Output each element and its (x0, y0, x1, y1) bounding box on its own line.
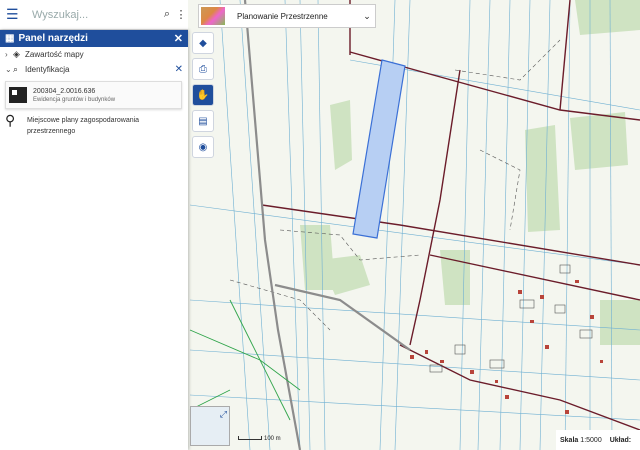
layers-button[interactable]: ◆ (192, 32, 214, 54)
scale-bar-line (238, 436, 262, 440)
search-small-icon: ⌕ (13, 64, 19, 74)
scale-value[interactable]: 1:5000 (580, 437, 601, 444)
search-icon[interactable]: ⌕ (160, 8, 174, 21)
layer-thumbnail (201, 7, 225, 25)
pin-icon: ⚲ (5, 112, 16, 128)
map-toolbar: ◆ ⎙ ✋ ▤ ◉ (192, 32, 214, 162)
scale-label: Skala (560, 436, 579, 444)
chevron-right-icon: › (5, 50, 8, 59)
close-icon[interactable]: ✕ (174, 32, 183, 45)
layers-icon: ◆ (199, 37, 207, 49)
clipboard-button[interactable]: ▤ (192, 110, 214, 132)
parcel-layer: Ewidencja gruntów i budynków (33, 97, 116, 103)
scale-bar: 100 m (238, 436, 281, 442)
map-contents-label: Zawartość mapy (25, 50, 84, 59)
overview-map[interactable]: ⤢ (190, 406, 230, 446)
scale-bar-label: 100 m (264, 436, 281, 442)
status-bar: Skala 1:5000 Układ: (556, 430, 640, 450)
panel-title: Panel narzędzi (18, 33, 88, 44)
mpzp-item[interactable]: ⚲ Miejscowe plany zagospodarowania przes… (5, 112, 183, 137)
layer-selector[interactable]: Planowanie Przestrzenne ⌄ (198, 4, 376, 28)
building-icon (9, 87, 27, 103)
grid-icon: ▦ (5, 33, 15, 44)
expand-icon[interactable]: ⤢ (220, 409, 227, 420)
mpzp-line2: przestrzennego (27, 128, 76, 135)
more-icon[interactable]: ⋮ (174, 8, 188, 21)
panel-header: ▦ Panel narzędzi ✕ (0, 30, 188, 47)
hand-button[interactable]: ✋ (192, 84, 214, 106)
mpzp-line1: Miejscowe plany zagospodarowania (27, 117, 140, 124)
tools-panel: ▦ Panel narzędzi ✕ › ◈ Zawartość mapy ⌄ … (0, 30, 188, 450)
layer-name: Planowanie Przestrzenne (237, 11, 328, 21)
print-icon: ⎙ (199, 63, 207, 75)
camera-icon: ◉ (198, 141, 208, 153)
search-bar: ☰ Wyszukaj... ⌕ ⋮ (0, 0, 188, 30)
print-button[interactable]: ⎙ (192, 58, 214, 80)
clipboard-icon: ▤ (198, 115, 208, 127)
layers-icon: ◈ (13, 49, 20, 59)
chevron-down-icon[interactable]: ⌄ (359, 11, 375, 22)
menu-icon[interactable]: ☰ (6, 6, 28, 23)
parcel-id: 200304_2.0016.636 (33, 88, 96, 95)
search-input[interactable]: Wyszukaj... (28, 9, 160, 21)
uklad-label[interactable]: Układ: (610, 437, 631, 444)
identification-result-card[interactable]: 200304_2.0016.636 Ewidencja gruntów i bu… (5, 81, 182, 109)
hand-icon: ✋ (196, 89, 210, 101)
identification-close-icon[interactable]: ✕ (175, 64, 183, 75)
chevron-down-icon: ⌄ (5, 65, 12, 74)
map-contents-row[interactable]: › ◈ Zawartość mapy (0, 47, 188, 62)
identification-label: Identyfikacja (25, 65, 70, 74)
identification-row[interactable]: ⌄ ⌕ Identyfikacja ✕ (0, 62, 188, 77)
camera-button[interactable]: ◉ (192, 136, 214, 158)
